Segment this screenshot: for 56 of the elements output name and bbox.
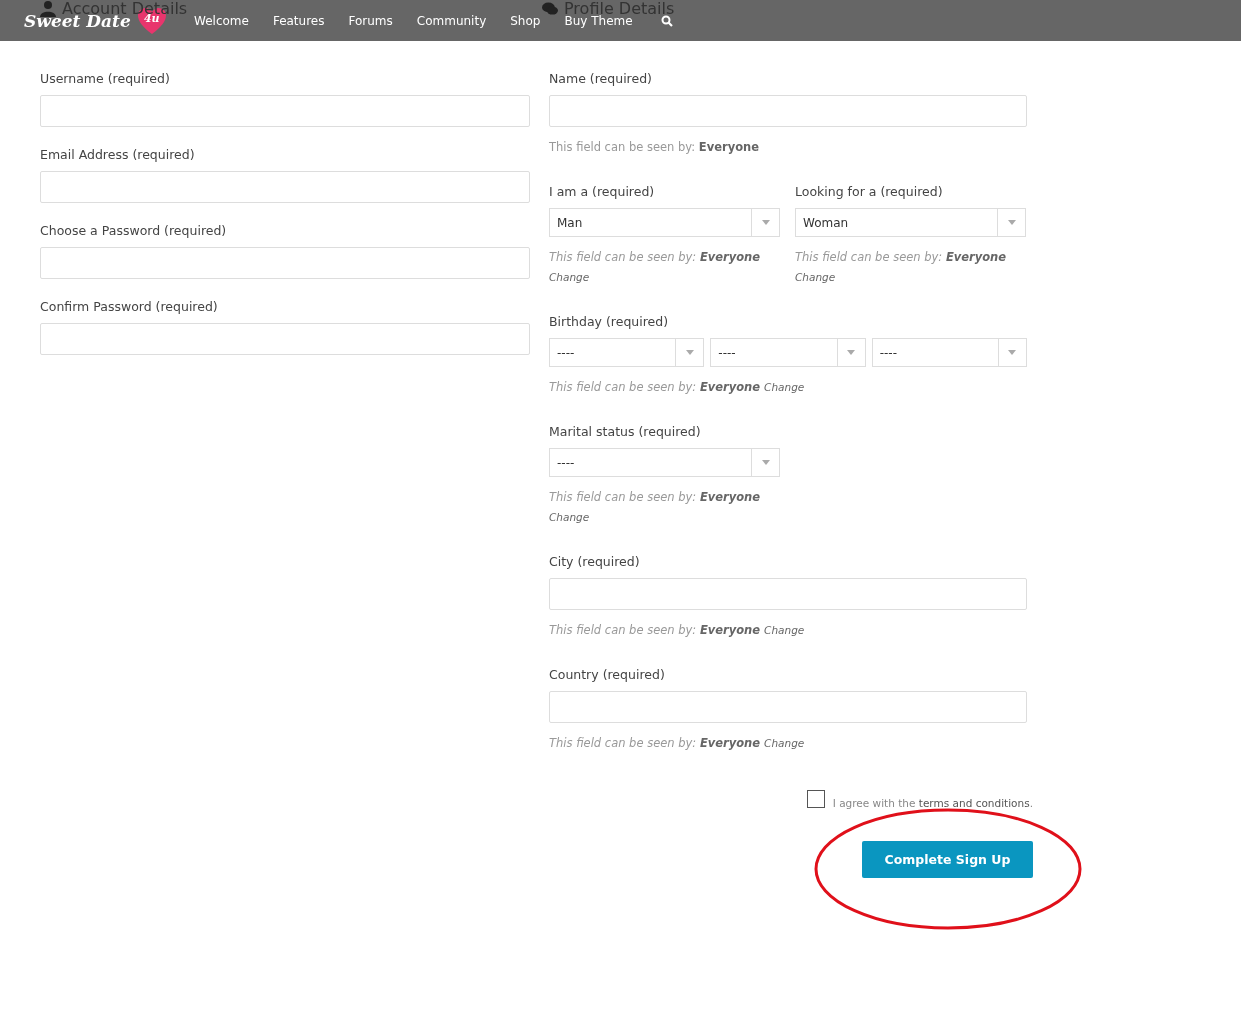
dropdown[interactable]: Man — [549, 208, 780, 237]
field-label: Username (required) — [40, 70, 171, 88]
visibility-note: This field can be seen by: Everyone — [549, 489, 761, 506]
terms-text: I agree with the terms and conditions. — [832, 797, 1033, 809]
caret-icon — [847, 350, 856, 355]
change-link[interactable]: Change — [764, 377, 805, 397]
input-field[interactable] — [40, 95, 530, 127]
field-label: Country (required) — [549, 666, 666, 684]
caret-icon — [685, 350, 694, 355]
visibility-note: This field can be seen by: Everyone — [549, 139, 760, 156]
field-label: Choose a Password (required) — [40, 222, 228, 240]
change-link[interactable]: Change — [549, 507, 590, 527]
visibility-note: This field can be seen by: Everyone — [549, 249, 761, 266]
input-field[interactable] — [549, 691, 1027, 723]
change-link[interactable]: Change — [764, 733, 805, 753]
nav-link[interactable]: Shop — [510, 13, 541, 28]
input-field[interactable] — [40, 247, 530, 279]
change-link[interactable]: Change — [795, 267, 836, 287]
person-icon — [40, 1, 56, 17]
field-label: I am a (required) — [549, 183, 656, 201]
nav-link[interactable]: Buy Theme — [564, 13, 633, 28]
field-label: Confirm Password (required) — [40, 298, 219, 316]
complete-sign-up-button[interactable]: Complete Sign Up — [862, 841, 1033, 878]
checkbox[interactable] — [806, 790, 825, 808]
nav-link[interactable]: Features — [272, 13, 325, 28]
visibility-note: This field can be seen by: Everyone — [549, 379, 761, 396]
caret-icon — [1007, 220, 1016, 225]
input-field[interactable] — [549, 95, 1027, 127]
input-field[interactable] — [40, 323, 530, 355]
dropdown[interactable]: ---- — [549, 448, 780, 477]
field-label: Email Address (required) — [40, 146, 196, 164]
input-field[interactable] — [549, 578, 1027, 610]
visibility-note: This field can be seen by: Everyone — [549, 622, 761, 639]
visibility-note: This field can be seen by: Everyone — [549, 735, 761, 752]
caret-icon — [1008, 350, 1017, 355]
search-icon[interactable] — [660, 14, 673, 27]
change-link[interactable]: Change — [764, 620, 805, 640]
nav-link[interactable]: Forums — [348, 13, 393, 28]
field-label: Marital status (required) — [549, 423, 702, 441]
caret-icon — [761, 460, 770, 465]
input-field[interactable] — [40, 171, 530, 203]
dropdown[interactable]: ---- — [871, 338, 1027, 367]
field-label: Birthday (required) — [549, 313, 670, 331]
terms-link[interactable]: terms and conditions — [918, 797, 1030, 809]
nav-link[interactable]: Welcome — [194, 13, 249, 28]
caret-icon — [761, 220, 770, 225]
field-label: Looking for a (required) — [795, 183, 944, 201]
field-label: City (required) — [549, 553, 641, 571]
speech-bubbles-icon — [542, 1, 558, 17]
dropdown[interactable]: Woman — [795, 208, 1026, 237]
dropdown[interactable]: ---- — [710, 338, 866, 367]
field-label: Name (required) — [549, 70, 653, 88]
nav-link[interactable]: Community — [416, 13, 487, 28]
visibility-note: This field can be seen by: Everyone — [795, 249, 1007, 266]
change-link[interactable]: Change — [549, 267, 590, 287]
dropdown[interactable]: ---- — [549, 338, 705, 367]
